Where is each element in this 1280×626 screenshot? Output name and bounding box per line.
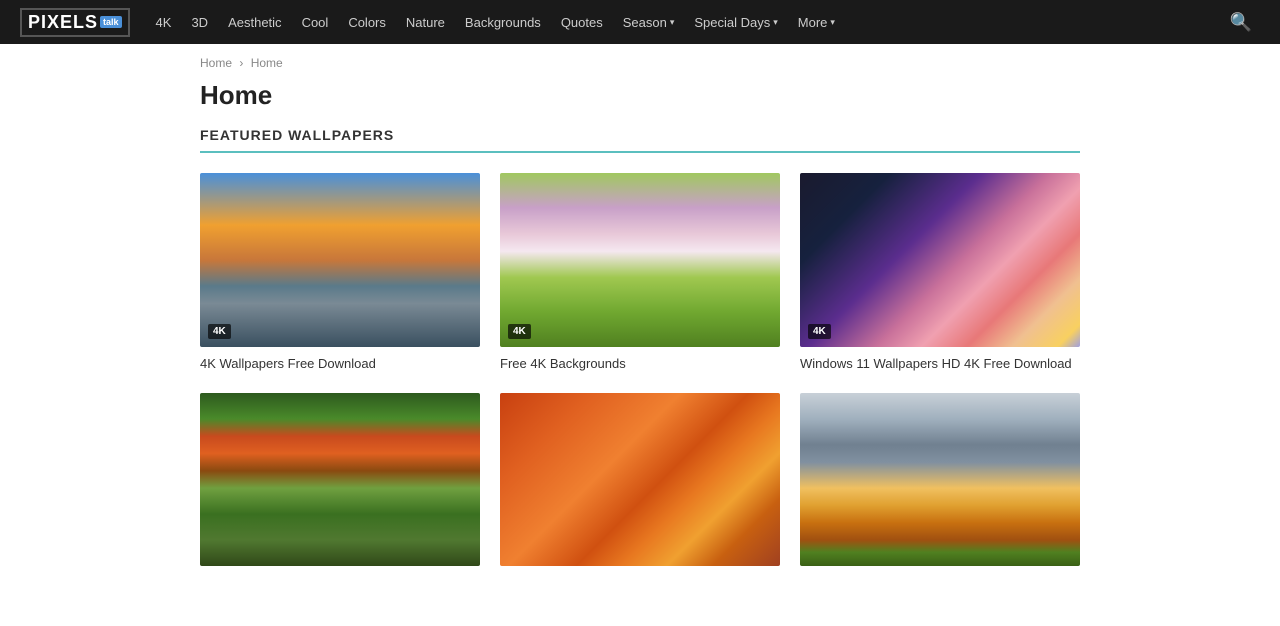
wallpaper-image-mountain-autumn [800,393,1080,567]
wallpaper-image-autumn-leaves [500,393,780,567]
badge-4k-cherry: 4K [508,324,531,339]
wallpaper-card-cherry[interactable]: 4K Free 4K Backgrounds [500,173,780,373]
badge-4k-sunset: 4K [208,324,231,339]
nav-item-cool[interactable]: Cool [294,11,337,34]
wallpaper-thumb-mountain-autumn [800,393,1080,567]
wallpaper-grid-row2 [200,393,1080,567]
wallpaper-label-cherry: Free 4K Backgrounds [500,355,780,373]
main-nav: PIXELS talk 4K 3D Aesthetic Cool Colors … [0,0,1280,44]
wallpaper-card-forest[interactable] [200,393,480,567]
wallpaper-card-autumn-leaves[interactable] [500,393,780,567]
nav-item-season[interactable]: Season ▾ [615,11,683,34]
nav-item-backgrounds[interactable]: Backgrounds [457,11,549,34]
wallpaper-card-mountain-autumn[interactable] [800,393,1080,567]
special-days-chevron-icon: ▾ [773,17,778,28]
nav-items: 4K 3D Aesthetic Cool Colors Nature Backg… [148,11,1222,34]
wallpaper-image-cherry [500,173,780,347]
nav-item-special-days[interactable]: Special Days ▾ [686,11,785,34]
wallpaper-thumb-windows11: 4K [800,173,1080,347]
search-icon[interactable]: 🔍 [1222,8,1260,37]
nav-item-aesthetic[interactable]: Aesthetic [220,11,289,34]
nav-item-colors[interactable]: Colors [340,11,394,34]
wallpaper-image-sunset [200,173,480,347]
wallpaper-thumb-sunset: 4K [200,173,480,347]
nav-item-nature[interactable]: Nature [398,11,453,34]
breadcrumb-home[interactable]: Home [200,56,232,70]
season-chevron-icon: ▾ [670,17,675,28]
page-title: Home [0,76,1280,127]
nav-item-quotes[interactable]: Quotes [553,11,611,34]
breadcrumb-separator: › [239,56,243,70]
wallpaper-thumb-forest [200,393,480,567]
wallpaper-image-forest [200,393,480,567]
nav-item-more[interactable]: More ▾ [790,11,843,34]
breadcrumb-current: Home [251,56,283,70]
badge-4k-windows11: 4K [808,324,831,339]
logo-pixels-text: PIXELS [28,12,98,33]
breadcrumb: Home › Home [0,44,1280,76]
wallpaper-label-sunset: 4K Wallpapers Free Download [200,355,480,373]
wallpaper-grid-row1: 4K 4K Wallpapers Free Download 4K Free 4… [200,173,1080,373]
wallpaper-image-windows11 [800,173,1080,347]
wallpaper-label-windows11: Windows 11 Wallpapers HD 4K Free Downloa… [800,355,1080,373]
wallpaper-card-sunset[interactable]: 4K 4K Wallpapers Free Download [200,173,480,373]
logo-talk-badge: talk [100,16,122,28]
more-chevron-icon: ▾ [830,17,835,28]
section-header: FEATURED WALLPAPERS [200,127,1080,153]
nav-item-4k[interactable]: 4K [148,11,180,34]
wallpaper-thumb-autumn-leaves [500,393,780,567]
nav-item-3d[interactable]: 3D [183,11,216,34]
wallpaper-thumb-cherry: 4K [500,173,780,347]
main-content: FEATURED WALLPAPERS 4K 4K Wallpapers Fre… [0,127,1280,626]
wallpaper-card-windows11[interactable]: 4K Windows 11 Wallpapers HD 4K Free Down… [800,173,1080,373]
logo[interactable]: PIXELS talk [20,8,130,37]
